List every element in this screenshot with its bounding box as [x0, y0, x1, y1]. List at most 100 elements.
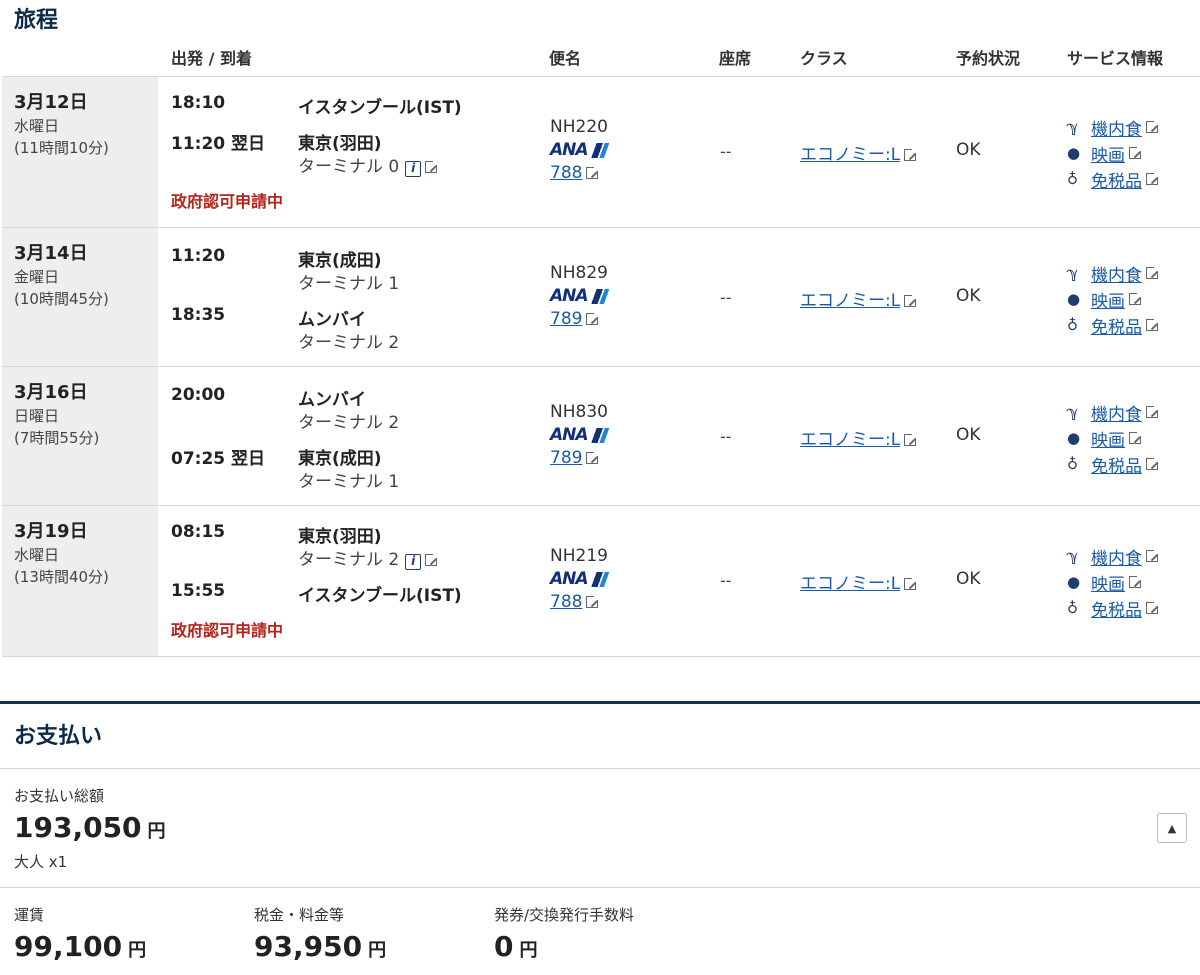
bottle-watch-icon: ♁	[1067, 599, 1078, 617]
external-link-icon	[586, 594, 601, 608]
collapse-button[interactable]: ▲	[1157, 813, 1187, 843]
status-value: OK	[956, 569, 981, 589]
date-cell: 3月14日 金曜日 (10時間45分)	[2, 228, 158, 366]
header-status: 予約状況	[956, 49, 1021, 68]
departure-city: ムンバイ	[298, 390, 366, 410]
fee-amount: 0円	[494, 930, 538, 963]
camera-icon: ●	[1067, 573, 1081, 591]
segment-row: 3月12日 水曜日 (11時間10分) 18:10 イスタンブール(IST) 1…	[2, 77, 1200, 228]
header-depart-arrive: 出発 / 到着	[171, 49, 252, 68]
departure-terminal: ターミナル 2 i	[298, 545, 440, 570]
dutyfree-link[interactable]: ♁ 免税品	[1067, 595, 1160, 621]
arrival-time: 11:20 翌日	[171, 134, 266, 154]
aircraft-link[interactable]: 789	[550, 309, 601, 329]
passengers: 大人 x1	[14, 853, 68, 871]
segment-date: 3月19日	[14, 521, 88, 542]
segment-duration: (10時間45分)	[14, 290, 109, 308]
status-value: OK	[956, 286, 981, 306]
seat-value: --	[720, 427, 732, 446]
class-link[interactable]: エコノミー:L	[800, 286, 919, 311]
arrival-city: 東京(成田)	[298, 449, 382, 469]
ana-logo: ANA	[550, 140, 609, 160]
segment-date: 3月12日	[14, 92, 88, 113]
date-cell: 3月16日 日曜日 (7時間55分)	[2, 367, 158, 505]
departure-time: 20:00	[171, 385, 226, 405]
movie-link[interactable]: ● 映画	[1067, 425, 1158, 451]
movie-link[interactable]: ● 映画	[1067, 286, 1158, 312]
ana-logo: ANA	[550, 425, 609, 445]
payment-divider	[0, 701, 1200, 704]
fee-label: 発券/交換発行手数料	[494, 906, 635, 924]
bottle-watch-icon: ♁	[1067, 316, 1078, 334]
meal-link[interactable]: ℽ 機内食	[1067, 399, 1160, 425]
camera-icon: ●	[1067, 429, 1081, 447]
external-link-icon	[586, 450, 601, 464]
external-link-icon	[586, 311, 601, 325]
dutyfree-link[interactable]: ♁ 免税品	[1067, 451, 1160, 477]
header-class: クラス	[800, 49, 848, 68]
arrival-time: 15:55	[171, 581, 226, 601]
bottle-watch-icon: ♁	[1067, 170, 1078, 188]
class-link[interactable]: エコノミー:L	[800, 425, 919, 450]
segment-dow: 水曜日	[14, 546, 60, 564]
itinerary-title: 旅程	[14, 8, 59, 33]
arrival-time: 18:35	[171, 305, 226, 325]
external-link-icon	[1146, 404, 1160, 418]
bottle-watch-icon: ♁	[1067, 455, 1078, 473]
fork-knife-icon: ℽ	[1067, 403, 1079, 421]
departure-city: 東京(成田)	[298, 251, 382, 271]
external-link-icon	[1129, 291, 1143, 305]
total-label: お支払い総額	[14, 787, 105, 805]
movie-link[interactable]: ● 映画	[1067, 569, 1158, 595]
departure-terminal: ターミナル 1	[298, 274, 400, 294]
seat-value: --	[720, 571, 732, 590]
flight-number: NH220	[550, 117, 608, 137]
departure-city: 東京(羽田)	[298, 527, 382, 547]
dutyfree-link[interactable]: ♁ 免税品	[1067, 166, 1160, 192]
aircraft-link[interactable]: 789	[550, 448, 601, 468]
segment-dow: 水曜日	[14, 117, 60, 135]
info-icon[interactable]: i	[405, 161, 422, 177]
external-link-icon	[904, 147, 919, 161]
departure-city: イスタンブール(IST)	[298, 98, 462, 118]
date-cell: 3月12日 水曜日 (11時間10分)	[2, 77, 158, 227]
segment-date: 3月14日	[14, 243, 88, 264]
segment-dow: 金曜日	[14, 268, 60, 286]
departure-time: 11:20	[171, 246, 226, 266]
arrival-city: イスタンブール(IST)	[298, 586, 462, 606]
meal-link[interactable]: ℽ 機内食	[1067, 543, 1160, 569]
seat-value: --	[720, 142, 732, 161]
segment-dow: 日曜日	[14, 407, 60, 425]
class-link[interactable]: エコノミー:L	[800, 140, 919, 165]
dutyfree-link[interactable]: ♁ 免税品	[1067, 312, 1160, 338]
external-link-icon	[904, 432, 919, 446]
arrival-terminal: ターミナル 2	[298, 333, 400, 353]
external-link-icon[interactable]	[425, 159, 440, 173]
itinerary-table: 3月12日 水曜日 (11時間10分) 18:10 イスタンブール(IST) 1…	[2, 76, 1200, 657]
seat-value: --	[720, 288, 732, 307]
authorization-note: 政府認可申請中	[171, 192, 284, 211]
aircraft-link[interactable]: 788	[550, 592, 601, 612]
segment-duration: (11時間10分)	[14, 139, 109, 157]
tax-amount: 93,950 円	[254, 930, 387, 963]
flight-number: NH219	[550, 546, 608, 566]
external-link-icon	[1146, 317, 1160, 331]
external-link-icon	[1146, 600, 1160, 614]
arrival-terminal: ターミナル 1	[298, 472, 400, 492]
external-link-icon	[1146, 119, 1160, 133]
external-link-icon	[1146, 171, 1160, 185]
external-link-icon	[1146, 265, 1160, 279]
divider	[0, 768, 1200, 769]
class-link[interactable]: エコノミー:L	[800, 569, 919, 594]
service-links: ℽ 機内食 ● 映画 ♁ 免税品	[1067, 114, 1160, 192]
meal-link[interactable]: ℽ 機内食	[1067, 260, 1160, 286]
meal-link[interactable]: ℽ 機内食	[1067, 114, 1160, 140]
tax-label: 税金・料金等	[254, 906, 345, 924]
arrival-city: ムンバイ	[298, 310, 366, 330]
date-cell: 3月19日 水曜日 (13時間40分)	[2, 506, 158, 656]
external-link-icon[interactable]	[425, 552, 440, 566]
aircraft-link[interactable]: 788	[550, 163, 601, 183]
movie-link[interactable]: ● 映画	[1067, 140, 1158, 166]
info-icon[interactable]: i	[405, 554, 422, 570]
flight-number: NH830	[550, 402, 608, 422]
